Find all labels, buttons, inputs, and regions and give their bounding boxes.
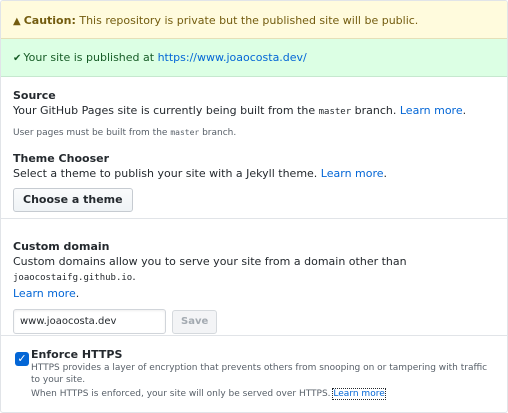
https-note-text: When HTTPS is enforced, your site will o…	[31, 389, 334, 399]
source-desc-after: branch.	[351, 104, 400, 117]
default-domain: joaocostaifg.github.io	[13, 273, 133, 283]
published-banner: ✔ Your site is published at https://www.j…	[1, 39, 507, 77]
source-description: Your GitHub Pages site is currently bein…	[13, 103, 495, 120]
checkmark-icon: ✓	[17, 352, 27, 365]
source-title: Source	[13, 89, 56, 102]
theme-learn-suffix: .	[383, 167, 388, 180]
source-learn-suffix: .	[462, 104, 467, 117]
enforce-https-checkbox[interactable]: ✓	[15, 352, 29, 366]
domain-desc-text: Custom domains allow you to serve your s…	[13, 255, 407, 268]
github-pages-panel: ▲ Caution: This repository is private but…	[0, 0, 508, 413]
source-branch: master	[318, 107, 352, 117]
warning-icon: ▲	[13, 16, 21, 27]
source-note-text: User pages must be built from the	[13, 128, 171, 138]
domain-learn-suffix: .	[75, 287, 80, 300]
https-learn-more-link[interactable]: Learn more	[332, 388, 386, 400]
caution-message: This repository is private but the publi…	[75, 14, 419, 27]
theme-title: Theme Chooser	[13, 152, 109, 165]
save-button[interactable]: Save	[172, 309, 218, 334]
caution-label: Caution:	[23, 14, 76, 27]
custom-domain-description: Custom domains allow you to serve your s…	[13, 254, 495, 301]
published-url-link[interactable]: https://www.joaocosta.dev/	[158, 51, 307, 64]
theme-learn-more-link[interactable]: Learn more	[321, 167, 384, 180]
source-note-branch: master	[170, 128, 200, 137]
enforce-https-row: ✓ Enforce HTTPS HTTPS provides a layer o…	[13, 348, 495, 400]
source-note-after: branch.	[199, 128, 237, 138]
custom-domain-input[interactable]: www.joaocosta.dev	[13, 309, 166, 334]
choose-theme-button[interactable]: Choose a theme	[13, 188, 133, 212]
theme-description: Select a theme to publish your site with…	[13, 166, 495, 181]
enforce-https-title: Enforce HTTPS	[31, 348, 123, 361]
domain-form: www.joaocosta.dev Save	[13, 309, 495, 334]
theme-desc-text: Select a theme to publish your site with…	[13, 167, 321, 180]
https-enforced-note: When HTTPS is enforced, your site will o…	[31, 388, 495, 400]
check-icon: ✔	[13, 53, 22, 64]
default-domain-suffix: .	[132, 270, 136, 283]
published-text: Your site is published at	[23, 51, 158, 64]
https-text: Enforce HTTPS HTTPS provides a layer of …	[31, 348, 495, 400]
https-section: ✓ Enforce HTTPS HTTPS provides a layer o…	[1, 336, 507, 400]
source-desc-text: Your GitHub Pages site is currently bein…	[13, 104, 319, 117]
custom-domain-title: Custom domain	[13, 240, 110, 253]
custom-domain-section: Custom domain Custom domains allow you t…	[1, 219, 507, 336]
source-learn-more-link[interactable]: Learn more	[400, 104, 463, 117]
source-section: Source Your GitHub Pages site is current…	[1, 77, 507, 219]
domain-learn-more-link[interactable]: Learn more	[13, 287, 76, 300]
https-description: HTTPS provides a layer of encryption tha…	[31, 363, 488, 385]
source-note: User pages must be built from the master…	[13, 127, 495, 139]
caution-banner: ▲ Caution: This repository is private but…	[1, 1, 507, 39]
